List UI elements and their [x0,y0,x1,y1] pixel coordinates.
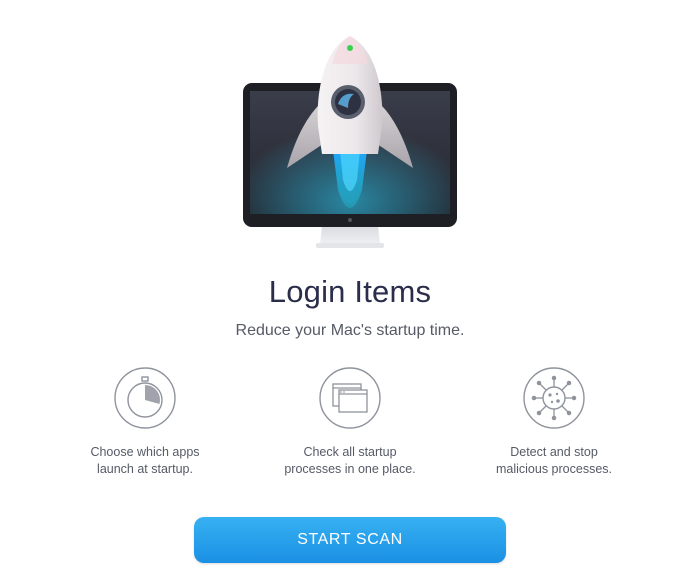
feature-text: Choose which apps launch at startup. [90,445,200,476]
feature-choose-apps: Choose which apps launch at startup. [55,366,235,478]
feature-check-processes: Check all startup processes in one place… [260,366,440,478]
feature-text: Check all startup processes in one place… [284,445,416,476]
windows-icon [319,367,381,429]
start-scan-button[interactable]: START SCAN [194,517,506,563]
stopwatch-icon [114,367,176,429]
rocket-monitor-illustration [243,36,457,248]
feature-text: Detect and stop malicious processes. [495,445,612,476]
virus-icon [523,367,585,429]
page-subtitle: Reduce your Mac's startup time. [235,322,465,339]
feature-detect-malicious: Detect and stop malicious processes. [464,366,644,478]
page-title: Login Items [268,274,432,309]
login-items-page: Login Items Reduce your Mac's startup ti… [0,0,700,576]
